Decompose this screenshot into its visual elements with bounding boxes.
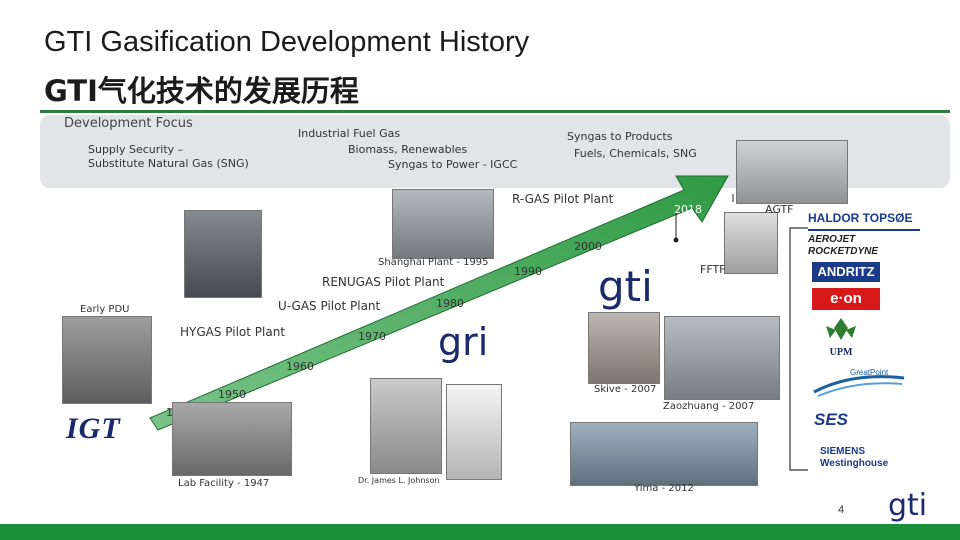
ses-text: SES — [814, 410, 849, 429]
renugas-label: RENUGAS Pilot Plant — [322, 275, 445, 289]
rgas-label: R-GAS Pilot Plant — [512, 192, 614, 206]
early-pdu-photo — [62, 316, 152, 404]
andritz-text: ANDRITZ — [817, 264, 875, 279]
early-pdu-label: Early PDU — [80, 304, 130, 315]
aerojet-rocketdyne-logo: AEROJET ROCKETDYNE — [808, 234, 910, 258]
fftf-leader-dot — [673, 237, 679, 243]
year-1960: 1960 — [286, 360, 314, 373]
gti-corner-logo: gti — [888, 488, 928, 523]
yima-plant-photo — [570, 422, 758, 486]
siemens-westinghouse-text: SIEMENS Westinghouse — [820, 446, 889, 469]
haldor-topsoe-text: HALDOR TOPSØE — [808, 211, 913, 225]
yima-label: Yima - 2012 — [634, 483, 694, 494]
ses-logo: SES — [814, 410, 896, 438]
johnson-portrait-photo — [370, 378, 442, 474]
lab-facility-label: Lab Facility - 1947 — [178, 478, 270, 489]
hygas-label: HYGAS Pilot Plant — [180, 325, 286, 339]
shanghai-label: Shanghai Plant - 1995 — [378, 257, 489, 268]
eon-text: e·on — [830, 290, 862, 307]
zaozhuang-label: Zaozhuang - 2007 — [663, 401, 755, 412]
page-number: 4 — [838, 504, 845, 516]
patent-document-photo — [446, 384, 502, 480]
year-2000: 2000 — [574, 240, 602, 253]
fftf-label: FFTF — [700, 263, 726, 276]
igt-logo-text: IGT — [66, 412, 121, 445]
agtf-facility-photo — [724, 212, 778, 274]
skive-plant-photo — [588, 312, 660, 384]
skive-label: Skive - 2007 — [594, 384, 657, 395]
gti-logo: gti — [598, 262, 653, 311]
partner-bracket — [789, 227, 808, 471]
lab-facility-photo — [172, 402, 292, 476]
zaozhuang-plant-photo — [664, 316, 780, 400]
footer-bar — [0, 524, 960, 540]
gri-logo: gri — [438, 320, 489, 364]
haldor-topsoe-logo: HALDOR TOPSØE — [808, 207, 920, 231]
rgas-plant-photo — [736, 140, 848, 204]
renugas-plant-photo — [184, 210, 262, 298]
siemens-westinghouse-logo: SIEMENS Westinghouse — [820, 446, 889, 474]
johnson-label: Dr. James L. Johnson — [358, 476, 440, 485]
eon-logo: e·on — [812, 288, 880, 310]
aerojet-rocketdyne-text: AEROJET ROCKETDYNE — [808, 234, 879, 257]
igt-logo: IGT — [66, 414, 146, 444]
greatpoint-text: GreatPoint — [850, 368, 889, 377]
greatpoint-logo: GreatPoint — [812, 368, 906, 400]
agtf-label: AGTF — [765, 203, 794, 216]
year-2018: 2018 — [674, 203, 702, 216]
upm-logo: UPM — [818, 316, 864, 358]
year-1990: 1990 — [514, 265, 542, 278]
year-1970: 1970 — [358, 330, 386, 343]
year-1980: 1980 — [436, 297, 464, 310]
upm-text: UPM — [829, 347, 853, 358]
upm-leaf-icon — [826, 318, 856, 340]
ugas-label: U-GAS Pilot Plant — [278, 299, 381, 313]
year-1950: 1950 — [218, 388, 246, 401]
andritz-logo: ANDRITZ — [812, 262, 880, 282]
shanghai-plant-photo — [392, 189, 494, 259]
